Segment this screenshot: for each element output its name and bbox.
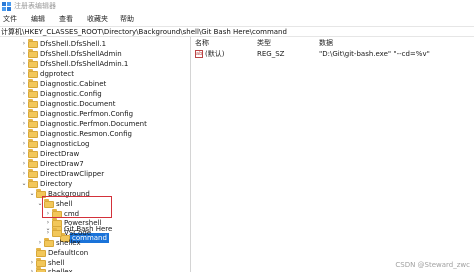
address-bar[interactable]: 计算机\HKEY_CLASSES_ROOT\Directory\Backgrou… <box>0 26 474 37</box>
folder-icon <box>52 228 62 237</box>
tree-item-label: Diagnostic.Cabinet <box>40 80 107 88</box>
tree-item-label: Powershell <box>64 219 102 227</box>
expand-icon[interactable]: › <box>20 59 28 69</box>
expand-icon[interactable]: › <box>44 218 52 228</box>
expand-icon[interactable]: › <box>28 267 36 272</box>
value-row[interactable]: ab (默认) REG_SZ "D:\Git\git-bash.exe" "--… <box>191 49 474 59</box>
folder-icon <box>28 129 38 138</box>
tree-item-label: DirectDrawClipper <box>40 170 105 178</box>
folder-icon <box>28 119 38 128</box>
folder-icon <box>36 248 46 257</box>
tree-item-label: DiagnosticLog <box>40 140 90 148</box>
folder-icon <box>28 99 38 108</box>
tree-item-label: shellex <box>56 239 81 247</box>
expand-icon[interactable]: › <box>20 109 28 119</box>
title-bar: 注册表编辑器 <box>0 0 474 13</box>
tree-item-label: VSCode <box>64 229 92 237</box>
folder-icon <box>28 139 38 148</box>
expand-icon[interactable]: › <box>20 39 28 49</box>
values-pane[interactable]: 名称 类型 数据 ab (默认) REG_SZ "D:\Git\git-bash… <box>191 37 474 272</box>
tree-item-label: DfsShell.DfsShellAdmin <box>40 50 122 58</box>
expand-icon[interactable]: › <box>20 89 28 99</box>
folder-icon <box>36 258 46 267</box>
expand-icon[interactable]: › <box>36 238 44 248</box>
menu-favorites[interactable]: 收藏夹 <box>87 14 108 24</box>
menu-edit[interactable]: 编辑 <box>31 14 45 24</box>
tree-item-label: Diagnostic.Resmon.Config <box>40 130 132 138</box>
expand-icon[interactable]: › <box>20 139 28 149</box>
column-header-data[interactable]: 数据 <box>319 39 333 48</box>
collapse-icon[interactable]: ⌄ <box>28 189 36 199</box>
tree-item-label: Diagnostic.Document <box>40 100 116 108</box>
tree-item-label: DfsShell.DfsShellAdmin.1 <box>40 60 129 68</box>
tree-item-label: shellex <box>48 268 73 272</box>
tree-item-label: Diagnostic.Perfmon.Document <box>40 120 147 128</box>
key-tree[interactable]: › DfsShell.DfsShell.1 › DfsShell.DfsShel… <box>0 37 190 272</box>
folder-icon <box>28 109 38 118</box>
address-path[interactable]: 计算机\HKEY_CLASSES_ROOT\Directory\Backgrou… <box>1 28 287 37</box>
folder-icon <box>28 149 38 158</box>
value-data: "D:\Git\git-bash.exe" "--cd=%v" <box>319 50 430 58</box>
menu-view[interactable]: 查看 <box>59 14 73 24</box>
watermark: CSDN @Steward_zwc <box>395 261 470 269</box>
expand-icon[interactable]: › <box>20 49 28 59</box>
expand-icon[interactable] <box>28 248 36 258</box>
expand-icon[interactable]: › <box>20 69 28 79</box>
folder-icon <box>28 159 38 168</box>
folder-icon <box>28 89 38 98</box>
tree-item-label: DefaultIcon <box>48 249 89 257</box>
expand-icon[interactable]: › <box>20 119 28 129</box>
expand-icon[interactable]: › <box>20 169 28 179</box>
expand-icon[interactable]: › <box>20 99 28 109</box>
value-type: REG_SZ <box>257 50 285 58</box>
string-value-icon: ab <box>195 50 203 58</box>
folder-icon <box>28 169 38 178</box>
window-title: 注册表编辑器 <box>14 2 56 10</box>
menu-bar: 文件 编辑 查看 收藏夹 帮助 <box>0 13 474 25</box>
tree-item-label: dgprotect <box>40 70 74 78</box>
folder-icon <box>28 69 38 78</box>
column-header-name[interactable]: 名称 <box>195 39 209 48</box>
tree-item-label: DirectDraw <box>40 150 80 158</box>
expand-icon[interactable]: › <box>44 228 52 238</box>
tree-item-label: Diagnostic.Perfmon.Config <box>40 110 134 118</box>
folder-icon <box>52 218 62 227</box>
folder-icon <box>28 59 38 68</box>
collapse-icon[interactable]: ⌄ <box>20 179 28 189</box>
column-header-type[interactable]: 类型 <box>257 39 271 48</box>
value-name: (默认) <box>205 50 225 58</box>
registry-editor-icon <box>2 2 11 11</box>
menu-help[interactable]: 帮助 <box>120 14 134 24</box>
tree-item-label: DfsShell.DfsShell.1 <box>40 40 107 48</box>
expand-icon[interactable]: › <box>20 159 28 169</box>
tree-item-label: Diagnostic.Config <box>40 90 102 98</box>
highlight-box <box>42 196 112 218</box>
menu-file[interactable]: 文件 <box>3 14 17 24</box>
expand-icon[interactable]: › <box>20 129 28 139</box>
expand-icon[interactable]: › <box>20 79 28 89</box>
folder-icon <box>28 79 38 88</box>
folder-icon <box>28 179 38 188</box>
folder-icon <box>28 39 38 48</box>
folder-icon <box>44 238 54 247</box>
tree-item-label: DirectDraw7 <box>40 160 84 168</box>
tree-item-label: Directory <box>40 180 73 188</box>
expand-icon[interactable]: › <box>20 149 28 159</box>
folder-icon <box>28 49 38 58</box>
